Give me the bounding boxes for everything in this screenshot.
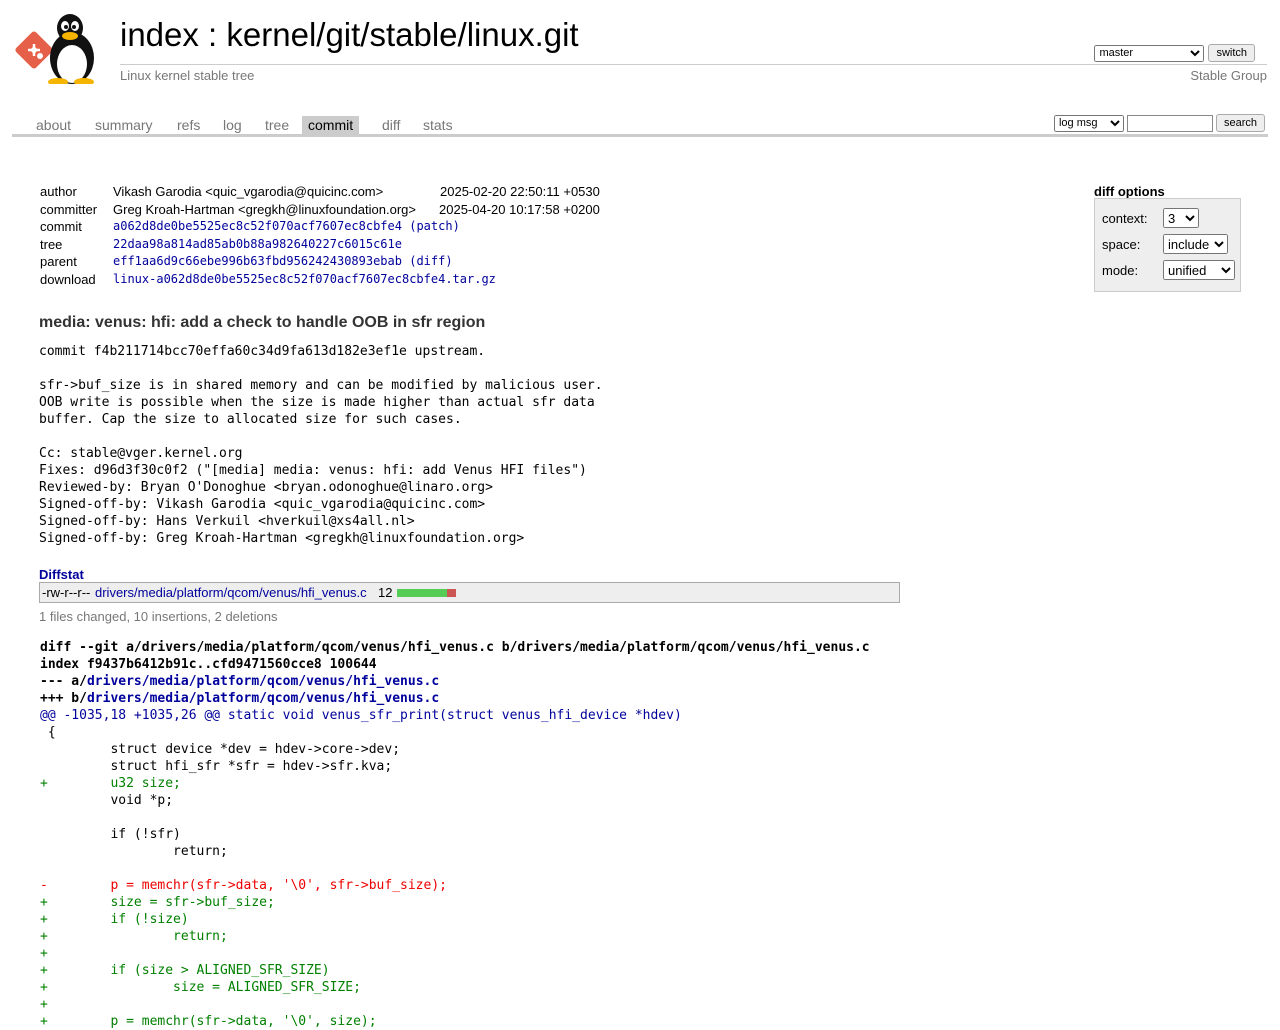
commit-label: commit xyxy=(40,219,82,235)
diff-index-line: index f9437b6412b91c..cfd9471560cce8 100… xyxy=(40,657,377,672)
diff-lines: { struct device *dev = hdev->core->dev; … xyxy=(40,724,870,1030)
diff-minus-line: --- a/drivers/media/platform/qcom/venus/… xyxy=(40,673,870,690)
diff-git-line: diff --git a/drivers/media/platform/qcom… xyxy=(40,640,870,655)
diff-line-ctx: void *p; xyxy=(40,793,174,808)
context-select[interactable]: 3 xyxy=(1163,208,1199,228)
tab-stats[interactable]: stats xyxy=(417,117,459,134)
title-separator: : xyxy=(198,16,227,53)
mode-label: mode: xyxy=(1102,263,1139,278)
patch-link[interactable]: (patch) xyxy=(409,219,460,233)
diff-line-ctx xyxy=(40,860,870,877)
tab-diff[interactable]: diff xyxy=(376,117,406,134)
diff-line-ctx: struct hfi_sfr *sfr = hdev->sfr.kva; xyxy=(40,759,393,774)
diff-options-panel: context: 3 space: include mode: unified xyxy=(1094,198,1241,292)
space-option-row: space: include xyxy=(1102,234,1228,254)
diffstat-header-link[interactable]: Diffstat xyxy=(39,567,84,582)
space-label: space: xyxy=(1102,237,1141,252)
diff-line-add: + u32 size; xyxy=(40,776,181,791)
diff-line-ctx: return; xyxy=(40,844,228,859)
diff-options-title: diff options xyxy=(1094,184,1165,199)
diff-line-add: + size = ALIGNED_SFR_SIZE; xyxy=(40,980,361,995)
diff-plus-line: +++ b/drivers/media/platform/qcom/venus/… xyxy=(40,690,870,707)
space-select[interactable]: include xyxy=(1163,234,1228,254)
diff-line-ctx: if (!sfr) xyxy=(40,827,181,842)
repo-description: Linux kernel stable tree xyxy=(120,68,255,83)
diffstat-file-link[interactable]: drivers/media/platform/qcom/venus/hfi_ve… xyxy=(95,585,367,600)
parent-hash-link[interactable]: eff1aa6d9c66ebe996b63fbd956242430893ebab xyxy=(113,254,402,268)
page-title: index : kernel/git/stable/linux.git xyxy=(120,16,579,54)
download-tarball-link[interactable]: linux-a062d8de0be5525ec8c52f070acf7607ec… xyxy=(113,272,496,286)
parent-label: parent xyxy=(40,254,77,270)
repo-owner: Stable Group xyxy=(1190,68,1267,83)
author-date: 2025-02-20 22:50:11 +0530 xyxy=(440,184,600,199)
diff-line-add: + xyxy=(40,997,48,1012)
search-button[interactable]: search xyxy=(1215,114,1265,132)
diffstat-summary: 1 files changed, 10 insertions, 2 deleti… xyxy=(39,609,278,624)
commit-message: commit f4b211714bcc70effa60c34d9fa613d18… xyxy=(39,344,603,546)
parent-diff-link[interactable]: (diff) xyxy=(409,254,452,268)
diff-line-ctx: { xyxy=(40,725,56,740)
tree-hash-link[interactable]: 22daa98a814ad85ab0b88a982640227c6015c61e xyxy=(113,237,402,251)
diff-hunk-header: @@ -1035,18 +1035,26 @@ static void venu… xyxy=(40,708,682,723)
diffstat-table: -rw-r--r-- drivers/media/platform/qcom/v… xyxy=(39,582,900,603)
diff-line-ctx xyxy=(40,809,870,826)
committer-date: 2025-04-20 10:17:58 +0200 xyxy=(439,201,600,217)
diff-line-add: + if (!size) xyxy=(40,912,189,927)
diff-line-del: - p = memchr(sfr->data, '\0', sfr->buf_s… xyxy=(40,878,447,893)
branch-select[interactable]: master xyxy=(1094,44,1205,62)
search-mode-select[interactable]: log msg xyxy=(1053,114,1124,132)
diffstat-count: 12 xyxy=(378,585,393,600)
diff-line-ctx: struct device *dev = hdev->core->dev; xyxy=(40,742,401,757)
download-label: download xyxy=(40,271,96,287)
search-input[interactable] xyxy=(1126,114,1213,132)
author-label: author xyxy=(40,184,77,199)
switch-button[interactable]: switch xyxy=(1208,44,1255,62)
commit-subject: media: venus: hfi: add a check to handle… xyxy=(39,314,486,331)
header-divider xyxy=(120,64,1267,65)
search-form: log msg search xyxy=(1053,114,1265,132)
committer-label: committer xyxy=(40,201,98,217)
minus-file-link[interactable]: drivers/media/platform/qcom/venus/hfi_ve… xyxy=(87,674,439,689)
tab-log[interactable]: log xyxy=(217,117,248,134)
repo-link[interactable]: kernel/git/stable/linux.git xyxy=(226,16,578,53)
branch-switch-form: master switch xyxy=(1094,44,1255,62)
tree-label: tree xyxy=(40,236,63,252)
mode-option-row: mode: unified xyxy=(1102,260,1235,280)
tab-about[interactable]: about xyxy=(30,117,77,134)
context-label: context: xyxy=(1102,211,1148,226)
minus-prefix: --- a/ xyxy=(40,674,87,689)
tab-commit[interactable]: commit xyxy=(302,116,360,135)
diff-line-add: + if (size > ALIGNED_SFR_SIZE) xyxy=(40,963,330,978)
file-mode: -rw-r--r-- xyxy=(42,585,91,600)
diff-line-add: + p = memchr(sfr->data, '\0', size); xyxy=(40,1014,377,1029)
diff-line-add: + xyxy=(40,946,48,961)
diff-line-add: + return; xyxy=(40,929,228,944)
tab-refs[interactable]: refs xyxy=(171,117,206,134)
cgit-logo[interactable] xyxy=(14,12,110,86)
committer-value: Greg Kroah-Hartman <gregkh@linuxfoundati… xyxy=(113,201,416,217)
diff-view: diff --git a/drivers/media/platform/qcom… xyxy=(40,639,870,1030)
plus-prefix: +++ b/ xyxy=(40,691,87,706)
diff-line-add: + size = sfr->buf_size; xyxy=(40,895,275,910)
mode-select[interactable]: unified xyxy=(1163,260,1235,280)
diffstat-insertions-bar xyxy=(397,589,447,597)
tab-summary[interactable]: summary xyxy=(89,117,159,134)
commit-hash-link[interactable]: a062d8de0be5525ec8c52f070acf7607ec8cbfe4 xyxy=(113,219,402,233)
plus-file-link[interactable]: drivers/media/platform/qcom/venus/hfi_ve… xyxy=(87,691,439,706)
context-option-row: context: 3 xyxy=(1102,208,1199,228)
diffstat-deletions-bar xyxy=(447,589,456,597)
index-link[interactable]: index xyxy=(120,16,199,53)
tab-tree[interactable]: tree xyxy=(259,117,295,134)
author-value: Vikash Garodia <quic_vgarodia@quicinc.co… xyxy=(113,184,384,199)
